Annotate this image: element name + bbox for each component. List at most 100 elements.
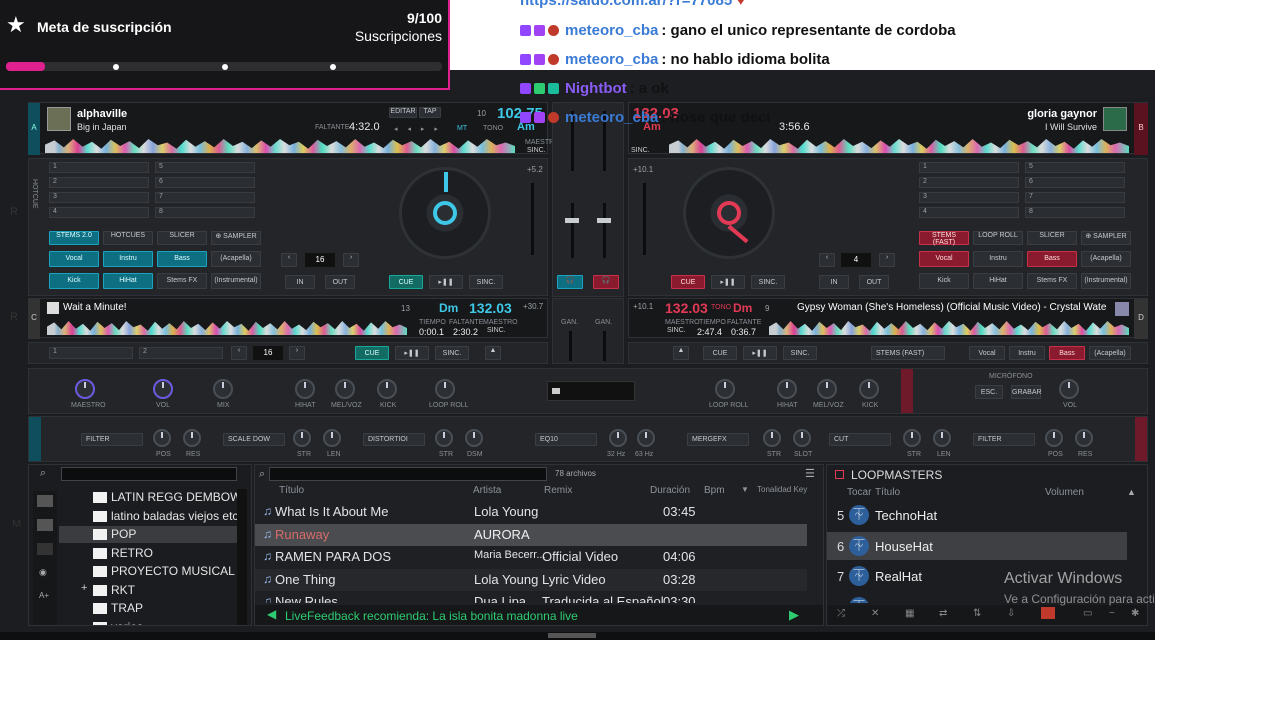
deck-b-waveform[interactable] bbox=[669, 139, 1129, 153]
chat-username[interactable]: meteoro_cba bbox=[565, 22, 658, 39]
deck-b-hotcue-5[interactable]: 5 bbox=[1025, 162, 1125, 173]
deck-b-hotcue-1[interactable]: 1 bbox=[919, 162, 1019, 173]
sampler-col-volume[interactable]: Volumen bbox=[1045, 487, 1084, 498]
chat-top-link[interactable]: https://saldo.com.ar/?r=77085 ♥ bbox=[520, 0, 745, 9]
deck-d-sync-button[interactable]: SINC. bbox=[783, 346, 817, 360]
deck-a-letter[interactable]: A bbox=[28, 103, 40, 155]
deck-b-pitch-slider[interactable] bbox=[643, 183, 646, 255]
deck-d-pad-instru[interactable]: Instru bbox=[1009, 346, 1045, 360]
pad-acapella[interactable]: (Acapella) bbox=[211, 251, 261, 267]
list-view-icon[interactable]: ☰ bbox=[805, 467, 815, 480]
fx4-str-knob[interactable] bbox=[763, 429, 781, 447]
hihat-knob-a[interactable] bbox=[295, 379, 315, 399]
fx1-pos-knob[interactable] bbox=[153, 429, 171, 447]
master-knob[interactable] bbox=[75, 379, 95, 399]
mic-esc-button[interactable]: ESC. bbox=[975, 385, 1003, 399]
deck-c-hotcue-2[interactable]: 2 bbox=[139, 347, 223, 359]
loop-roll-knob-a[interactable] bbox=[435, 379, 455, 399]
kick-knob-b[interactable] bbox=[859, 379, 879, 399]
col-remix[interactable]: Remix bbox=[544, 485, 572, 496]
deck-b-pad-kick[interactable]: Kick bbox=[919, 273, 969, 289]
sample-play-icon[interactable]: ⏇ bbox=[849, 505, 869, 525]
livefeedback-prev-icon[interactable]: ◀ bbox=[267, 607, 276, 621]
master-fx-select[interactable]: EQ10 bbox=[535, 433, 597, 446]
deck-b-hotcue-3[interactable]: 3 bbox=[919, 192, 1019, 203]
folder-search-input[interactable] bbox=[61, 467, 237, 481]
loop-roll-knob-b[interactable] bbox=[715, 379, 735, 399]
loop-prev-button[interactable]: ‹ bbox=[281, 253, 297, 267]
sampler-scroll-up[interactable]: ▲ bbox=[1127, 487, 1136, 497]
deck-d-pad-acapella[interactable]: (Acapella) bbox=[1089, 346, 1131, 360]
eq-63hz-knob[interactable] bbox=[637, 429, 655, 447]
col-key[interactable]: Tonalidad Key bbox=[757, 485, 809, 494]
pad-mode-hotcues[interactable]: HOTCUES bbox=[103, 231, 153, 245]
deck-a-edit-button[interactable]: EDITAR bbox=[389, 107, 417, 118]
deck-c-cue-button[interactable]: CUE bbox=[355, 346, 389, 360]
deck-d-waveform[interactable] bbox=[769, 321, 1129, 335]
hotcue-6[interactable]: 6 bbox=[155, 177, 255, 188]
folder-icon[interactable]: ▭ bbox=[1083, 608, 1092, 619]
deck-a-tap-button[interactable]: TAP bbox=[419, 107, 441, 118]
hotcue-1[interactable]: 1 bbox=[49, 162, 149, 173]
folder-item[interactable]: POP bbox=[59, 526, 237, 543]
fx6-pos-knob[interactable] bbox=[1045, 429, 1063, 447]
deck-d-pad-vocal[interactable]: Vocal bbox=[969, 346, 1005, 360]
shuffle-icon[interactable]: ⤮ bbox=[837, 608, 845, 619]
volume-a-track[interactable] bbox=[571, 203, 574, 258]
fx1-res-knob[interactable] bbox=[183, 429, 201, 447]
fx2-str-knob[interactable] bbox=[293, 429, 311, 447]
chat-username[interactable]: meteoro_cba bbox=[565, 51, 658, 68]
deck-b-cue-button[interactable]: CUE bbox=[671, 275, 705, 289]
loop-next-button[interactable]: › bbox=[343, 253, 359, 267]
deck-a-nav-arrows[interactable]: ◂ ◂ ▸ ▸ bbox=[394, 125, 442, 133]
deck-c-play-button[interactable]: ▸❚❚ bbox=[395, 346, 429, 360]
deck-d-pitch-up-button[interactable]: ▲ bbox=[673, 346, 689, 360]
headphone-b-button[interactable]: 🎧 bbox=[593, 275, 619, 289]
side-icon-3[interactable] bbox=[37, 543, 53, 555]
fx2-len-knob[interactable] bbox=[323, 429, 341, 447]
settings-icon[interactable]: ✱ bbox=[1131, 608, 1139, 619]
sampler-col-title[interactable]: Título bbox=[875, 487, 900, 498]
deck-b-pad-stems-fx[interactable]: Stems FX bbox=[1027, 273, 1077, 289]
sample-play-icon[interactable]: ⏇ bbox=[849, 596, 869, 603]
sample-play-icon[interactable]: ⏇ bbox=[849, 566, 869, 587]
deck-b-pad-mode-sampler[interactable]: ⊕ SAMPLER bbox=[1081, 231, 1131, 245]
folder-item[interactable]: LATIN REGG DEMBOW BR AF bbox=[59, 489, 239, 506]
pad-mode-sampler[interactable]: ⊕ SAMPLER bbox=[211, 231, 261, 245]
sample-row[interactable]: 5 ⏇ TechnoHat bbox=[827, 501, 1127, 529]
deck-b-jog-wheel[interactable] bbox=[683, 167, 775, 259]
fx6-select[interactable]: FILTER bbox=[973, 433, 1035, 446]
deck-b-pad-bass[interactable]: Bass bbox=[1027, 251, 1077, 267]
deck-c-loop-next-button[interactable]: › bbox=[289, 346, 305, 360]
volume-a-fader[interactable] bbox=[565, 218, 579, 223]
sample-play-icon[interactable]: ⏇ bbox=[849, 535, 869, 556]
sample-row[interactable]: 6 ⏇ HouseHat bbox=[827, 531, 1127, 560]
deck-d-stems-mode-select[interactable]: STEMS (FAST) bbox=[871, 346, 945, 360]
deck-b-loop-next-button[interactable]: › bbox=[879, 253, 895, 267]
folder-item[interactable]: latino baladas viejos etc bbox=[59, 508, 238, 525]
hotcue-2[interactable]: 2 bbox=[49, 177, 149, 188]
deck-b-pad-instru[interactable]: Instru bbox=[973, 251, 1023, 267]
deck-b-letter[interactable]: B bbox=[1134, 103, 1148, 155]
side-icon-5[interactable]: A+ bbox=[39, 591, 53, 603]
fx5-str-knob[interactable] bbox=[903, 429, 921, 447]
sampler-icon[interactable] bbox=[835, 470, 844, 479]
hotcue-7[interactable]: 7 bbox=[155, 192, 255, 203]
hotcue-8[interactable]: 8 bbox=[155, 207, 255, 218]
col-title[interactable]: Título bbox=[279, 485, 304, 496]
track-row[interactable]: ♫ One Thing Lola Young Lyric Video 03:28 bbox=[255, 568, 807, 591]
deck-b-hotcue-4[interactable]: 4 bbox=[919, 207, 1019, 218]
track-row[interactable]: ♫ RAMEN PARA DOS Maria Becerr... Official V… bbox=[255, 546, 807, 568]
deck-a-jog-wheel[interactable] bbox=[399, 167, 491, 259]
folder-item[interactable]: TRAP bbox=[59, 600, 237, 617]
deck-a-waveform[interactable] bbox=[45, 139, 515, 153]
mix-knob[interactable] bbox=[213, 379, 233, 399]
folder-item[interactable]: varios bbox=[59, 619, 237, 625]
deck-c-letter[interactable]: C bbox=[28, 299, 40, 339]
livefeedback-next-icon[interactable]: ▶ bbox=[789, 607, 799, 623]
pad-hihat[interactable]: HiHat bbox=[103, 273, 153, 289]
deck-b-hotcue-6[interactable]: 6 bbox=[1025, 177, 1125, 188]
volume-b-track[interactable] bbox=[603, 203, 606, 258]
mic-vol-knob[interactable] bbox=[1059, 379, 1079, 399]
deck-b-hotcue-2[interactable]: 2 bbox=[919, 177, 1019, 188]
